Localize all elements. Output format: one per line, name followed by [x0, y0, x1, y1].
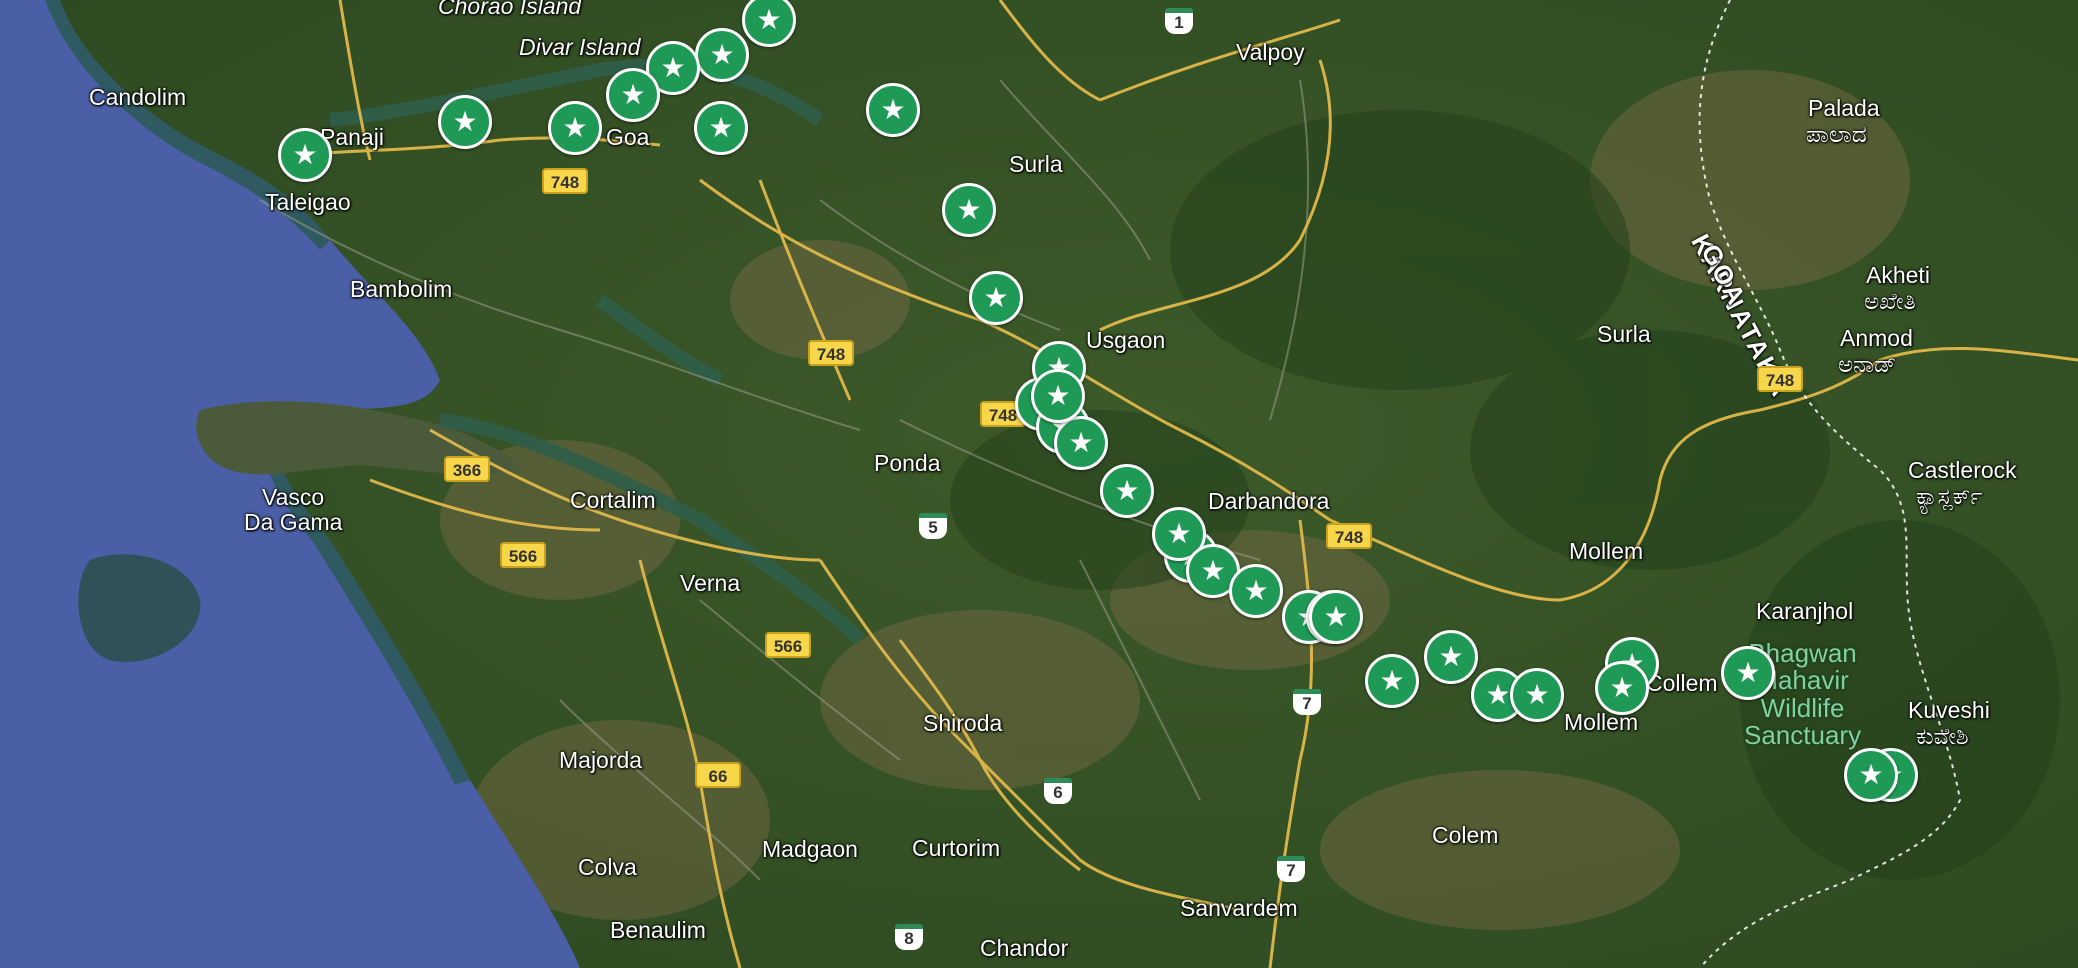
star-icon: ★ — [1858, 758, 1884, 791]
star-icon: ★ — [292, 138, 318, 171]
park-label-line: Sanctuary — [1744, 719, 1862, 750]
place-label: Surla — [1009, 151, 1063, 177]
star-icon: ★ — [1166, 517, 1192, 550]
star-icon: ★ — [562, 111, 588, 144]
place-label: Palada — [1808, 95, 1880, 121]
place-label: Ponda — [874, 450, 941, 476]
map-marker[interactable]: ★ — [1721, 646, 1775, 700]
place-label: Colva — [578, 854, 637, 880]
place-label: Goa — [606, 124, 650, 150]
map-marker[interactable]: ★ — [278, 128, 332, 182]
map-view[interactable]: Chorao Island Divar Island Valpoy Candol… — [0, 0, 2078, 968]
place-label: Madgaon — [762, 836, 858, 862]
star-icon: ★ — [880, 93, 906, 126]
highway-shield: 6 — [1044, 778, 1072, 804]
place-label: Taleigao — [265, 189, 351, 215]
place-label: ಅನಾಡ್ — [1838, 351, 1897, 377]
star-icon: ★ — [452, 105, 478, 138]
star-icon: ★ — [1379, 664, 1405, 697]
map-marker[interactable]: ★ — [695, 28, 749, 82]
place-label: Chorao Island — [438, 0, 582, 19]
star-icon: ★ — [1243, 574, 1269, 607]
highway-shield: 748 — [808, 340, 854, 366]
map-marker[interactable]: ★ — [942, 183, 996, 237]
place-label: Shiroda — [923, 710, 1003, 736]
place-label: Cortalim — [570, 487, 656, 513]
place-label: ಕ್ಯಾಸ್ಲರ್ಕ್ — [1916, 483, 1983, 509]
highway-shield: 366 — [444, 456, 490, 482]
map-marker[interactable]: ★ — [606, 68, 660, 122]
place-label: ಕುವೇಶಿ — [1916, 723, 1969, 749]
map-marker[interactable]: ★ — [1229, 564, 1283, 618]
map-marker[interactable]: ★ — [694, 101, 748, 155]
map-marker[interactable]: ★ — [548, 101, 602, 155]
star-icon: ★ — [1485, 678, 1511, 711]
place-label: Benaulim — [610, 917, 706, 943]
map-marker[interactable]: ★ — [1510, 668, 1564, 722]
map-marker[interactable]: ★ — [1054, 416, 1108, 470]
star-icon: ★ — [620, 78, 646, 111]
place-label: Valpoy — [1236, 39, 1305, 65]
place-label: ಅಖೇತಿ — [1864, 288, 1916, 314]
highway-shield: 566 — [500, 542, 546, 568]
star-icon: ★ — [1735, 656, 1761, 689]
star-icon: ★ — [660, 51, 686, 84]
place-label: Chandor — [980, 935, 1069, 961]
highway-shield: 748 — [1757, 366, 1803, 392]
place-label: Anmod — [1840, 325, 1913, 351]
highway-shield: 5 — [919, 513, 947, 539]
star-icon: ★ — [1045, 379, 1071, 412]
place-label: Verna — [680, 570, 741, 596]
star-icon: ★ — [1609, 671, 1635, 704]
map-marker[interactable]: ★ — [438, 95, 492, 149]
place-label: Vasco — [262, 484, 325, 510]
highway-shield: 748 — [542, 168, 588, 194]
place-label: Usgaon — [1086, 327, 1166, 353]
highway-shield: 748 — [1326, 523, 1372, 549]
star-icon: ★ — [708, 111, 734, 144]
star-icon: ★ — [756, 3, 782, 36]
place-label: Bambolim — [350, 276, 453, 302]
place-label: Darbandora — [1208, 488, 1330, 514]
map-marker[interactable]: ★ — [1844, 748, 1898, 802]
star-icon: ★ — [1200, 554, 1226, 587]
highway-shield: 7 — [1277, 856, 1305, 882]
highway-shield: 66 — [695, 762, 741, 788]
map-marker[interactable]: ★ — [1424, 630, 1478, 684]
map-marker[interactable]: ★ — [1365, 654, 1419, 708]
star-icon: ★ — [1438, 640, 1464, 673]
place-label: Divar Island — [519, 34, 641, 60]
place-label: Karanjhol — [1756, 598, 1854, 624]
place-label: Da Gama — [244, 509, 343, 535]
place-label: Mollem — [1569, 538, 1644, 564]
map-marker[interactable]: ★ — [866, 83, 920, 137]
star-icon: ★ — [1524, 678, 1550, 711]
place-label: ಪಾಲಾದ — [1806, 121, 1867, 147]
map-marker[interactable]: ★ — [969, 271, 1023, 325]
place-label: Candolim — [89, 84, 187, 110]
map-marker[interactable]: ★ — [1309, 590, 1363, 644]
highway-shield: 566 — [765, 632, 811, 658]
star-icon: ★ — [983, 281, 1009, 314]
map-marker[interactable]: ★ — [1100, 464, 1154, 518]
place-label: Sanvardem — [1180, 895, 1298, 921]
place-label: Majorda — [559, 747, 643, 773]
highway-shield: 1 — [1165, 8, 1193, 34]
star-icon: ★ — [956, 193, 982, 226]
highway-shield: 7 — [1293, 689, 1321, 715]
star-icon: ★ — [1323, 600, 1349, 633]
place-label: Castlerock — [1908, 457, 2017, 483]
place-label: Kuveshi — [1908, 697, 1990, 723]
place-label: Akheti — [1866, 262, 1930, 288]
place-label: Colem — [1432, 822, 1499, 848]
map-marker[interactable]: ★ — [1031, 369, 1085, 423]
map-marker[interactable]: ★ — [1595, 661, 1649, 715]
star-icon: ★ — [1114, 474, 1140, 507]
place-label: Curtorim — [912, 835, 1001, 861]
star-icon: ★ — [1068, 426, 1094, 459]
place-label: Surla — [1597, 321, 1651, 347]
highway-shield: 8 — [895, 924, 923, 950]
park-label-line: Wildlife — [1760, 692, 1845, 723]
star-icon: ★ — [709, 38, 735, 71]
